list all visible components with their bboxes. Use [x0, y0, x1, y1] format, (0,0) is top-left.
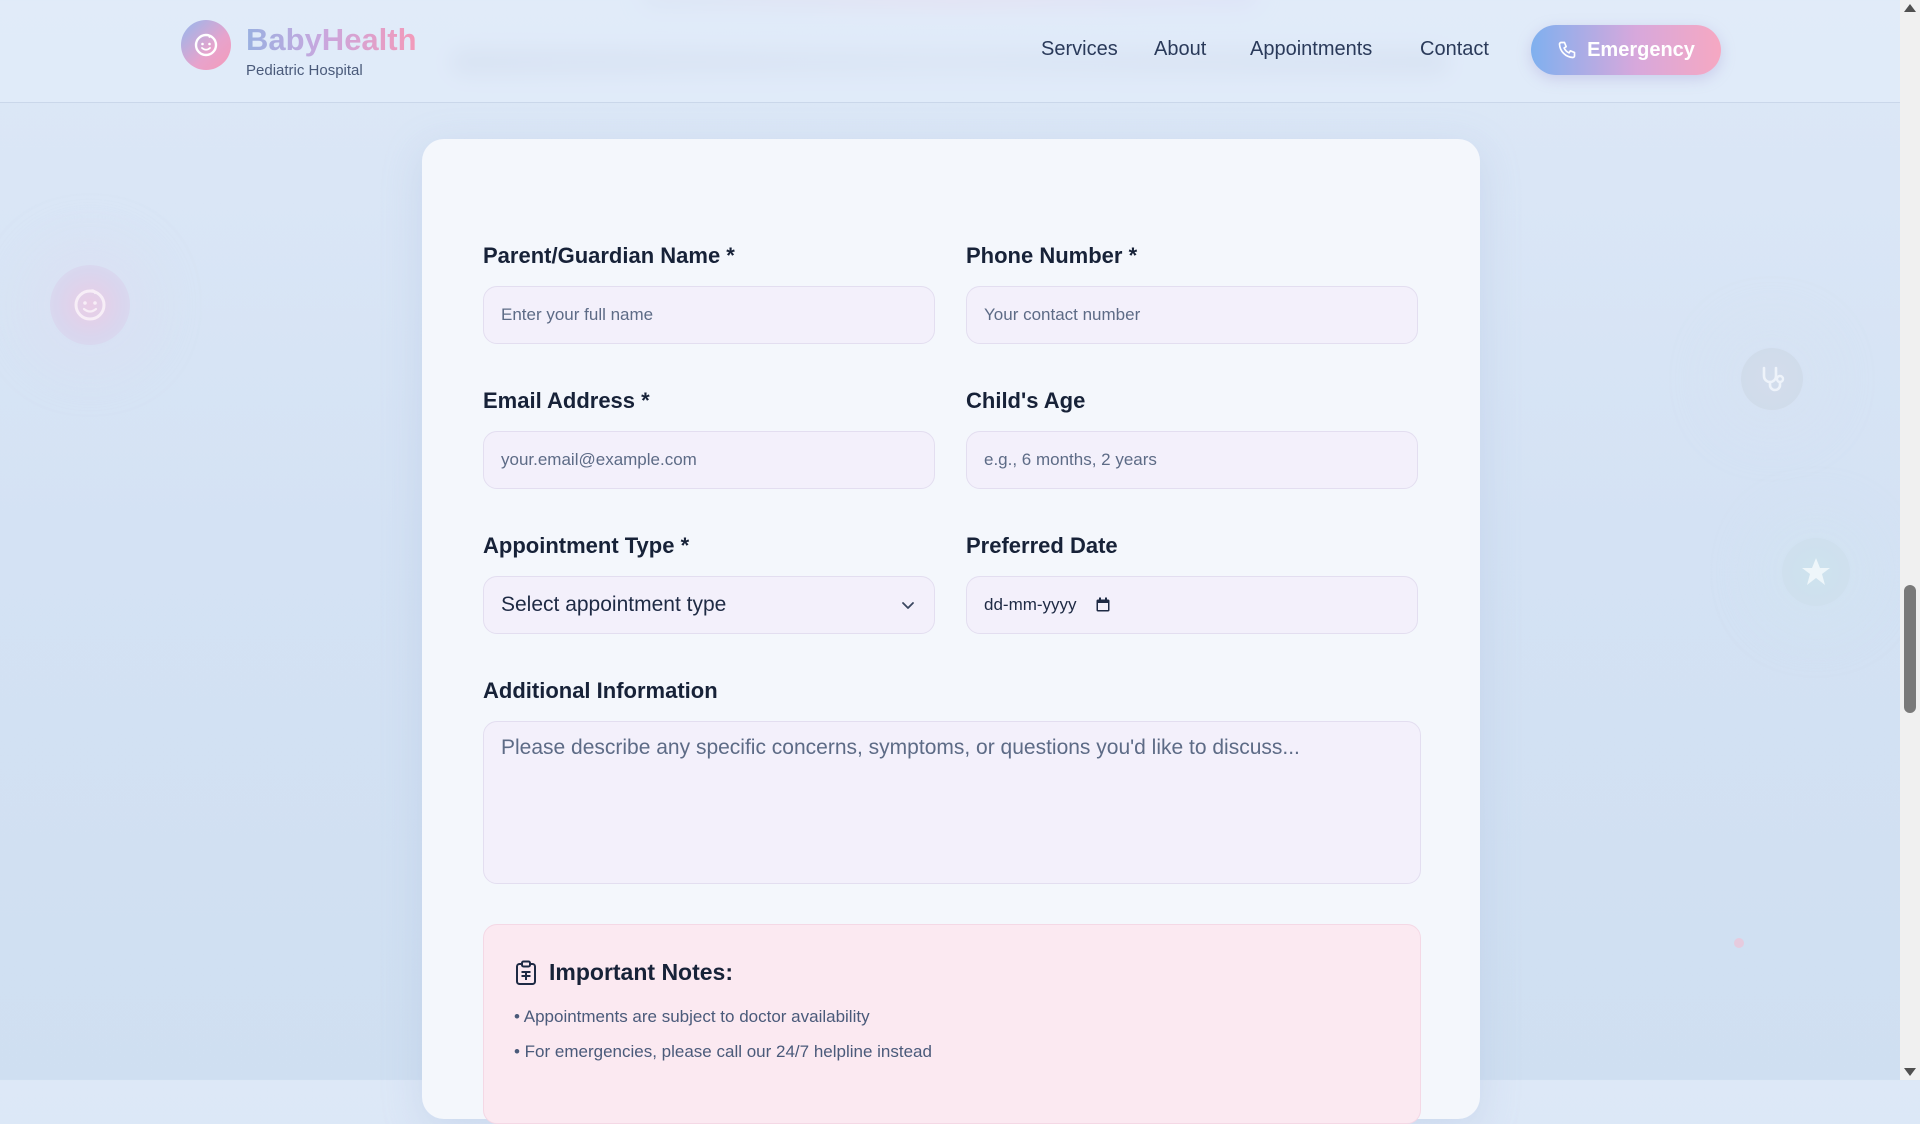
preferred-date-value: dd-mm-yyyy — [984, 595, 1077, 614]
baby-face-icon — [194, 33, 218, 57]
page-scrollbar[interactable] — [1900, 0, 1920, 1080]
chevron-down-icon — [902, 602, 914, 609]
phone-label: Phone Number * — [966, 243, 1138, 268]
appointment-type-label: Appointment Type * — [483, 533, 690, 558]
floating-stethoscope-badge — [1741, 348, 1803, 410]
stethoscope-icon — [1762, 366, 1785, 392]
important-notes-title: Important Notes: — [549, 959, 733, 985]
emergency-button[interactable]: Emergency — [1531, 25, 1721, 75]
clipboard-icon — [516, 960, 536, 985]
parent-name-placeholder: Enter your full name — [501, 305, 654, 324]
additional-info-placeholder: Please describe any specific concerns, s… — [501, 736, 1300, 759]
nav-link-contact[interactable]: Contact — [1420, 38, 1489, 61]
email-placeholder: your.email@example.com — [501, 450, 697, 469]
parent-name-label: Parent/Guardian Name * — [483, 243, 735, 268]
emergency-label: Emergency — [1587, 38, 1695, 61]
scroll-down-arrow-icon[interactable] — [1904, 1068, 1916, 1076]
parent-name-input[interactable]: Enter your full name — [483, 286, 935, 344]
brand-logo[interactable] — [181, 20, 231, 70]
note-item: • For emergencies, please call our 24/7 … — [514, 1042, 932, 1061]
scroll-up-arrow-icon[interactable] — [1904, 4, 1916, 12]
appointment-form-card: Parent/Guardian Name * Enter your full n… — [422, 139, 1480, 1124]
important-notes-box: Important Notes: • Appointments are subj… — [483, 924, 1421, 1124]
appointment-type-selected: Select appointment type — [501, 593, 727, 616]
child-age-input[interactable]: e.g., 6 months, 2 years — [966, 431, 1418, 489]
additional-info-label: Additional Information — [483, 678, 718, 703]
brand-title[interactable]: BabyHealth — [246, 22, 417, 58]
child-age-label: Child's Age — [966, 388, 1086, 413]
calendar-icon[interactable] — [1095, 597, 1111, 613]
nav-link-services[interactable]: Services — [1041, 38, 1118, 61]
preferred-date-input[interactable]: dd-mm-yyyy — [966, 576, 1418, 634]
baby-face-icon — [74, 289, 106, 321]
phone-icon — [1558, 41, 1576, 59]
floating-baby-badge — [50, 265, 130, 345]
preferred-date-label: Preferred Date — [966, 533, 1118, 558]
phone-input[interactable]: Your contact number — [966, 286, 1418, 344]
star-icon — [1802, 558, 1830, 585]
nav-link-about[interactable]: About — [1154, 38, 1206, 61]
site-header: BabyHealth Pediatric Hospital Services A… — [0, 0, 1900, 103]
note-item: • Appointments are subject to doctor ava… — [514, 1007, 870, 1026]
brand-subtitle: Pediatric Hospital — [246, 62, 363, 79]
phone-placeholder: Your contact number — [984, 305, 1141, 324]
scrollbar-thumb[interactable] — [1904, 585, 1916, 713]
email-label: Email Address * — [483, 388, 650, 413]
decor-dot — [1734, 938, 1744, 948]
appointment-type-select[interactable]: Select appointment type — [483, 576, 935, 634]
floating-star-badge — [1782, 538, 1850, 606]
email-input[interactable]: your.email@example.com — [483, 431, 935, 489]
additional-info-textarea[interactable]: Please describe any specific concerns, s… — [483, 721, 1421, 884]
nav-link-appointments[interactable]: Appointments — [1250, 38, 1372, 61]
child-age-placeholder: e.g., 6 months, 2 years — [984, 450, 1157, 469]
